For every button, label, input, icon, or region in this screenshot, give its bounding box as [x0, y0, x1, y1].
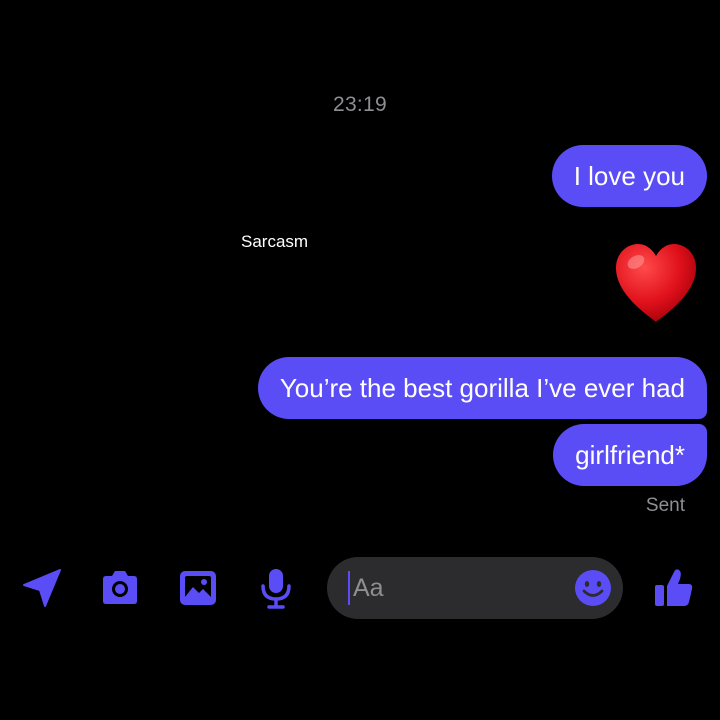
red-heart-icon[interactable]: [612, 240, 700, 328]
message-status: Sent: [645, 495, 685, 516]
message-timestamp: 23:19: [332, 93, 388, 116]
message-bubble-girlfriend[interactable]: girlfriend*: [553, 424, 707, 486]
microphone-icon[interactable]: [254, 566, 298, 610]
message-input-container[interactable]: [327, 557, 623, 619]
message-bubble-i-love-you[interactable]: I love you: [551, 145, 707, 207]
smiley-icon[interactable]: [573, 568, 613, 608]
sarcasm-caption: Sarcasm: [241, 232, 309, 251]
message-input[interactable]: [353, 557, 573, 619]
gallery-icon[interactable]: [176, 566, 220, 610]
message-bubble-best-gorilla[interactable]: You’re the best gorilla I’ve ever had: [257, 357, 707, 419]
text-caret: [348, 571, 350, 605]
camera-icon[interactable]: [98, 566, 142, 610]
thumbs-up-icon[interactable]: [652, 566, 696, 610]
location-arrow-icon[interactable]: [20, 566, 64, 610]
